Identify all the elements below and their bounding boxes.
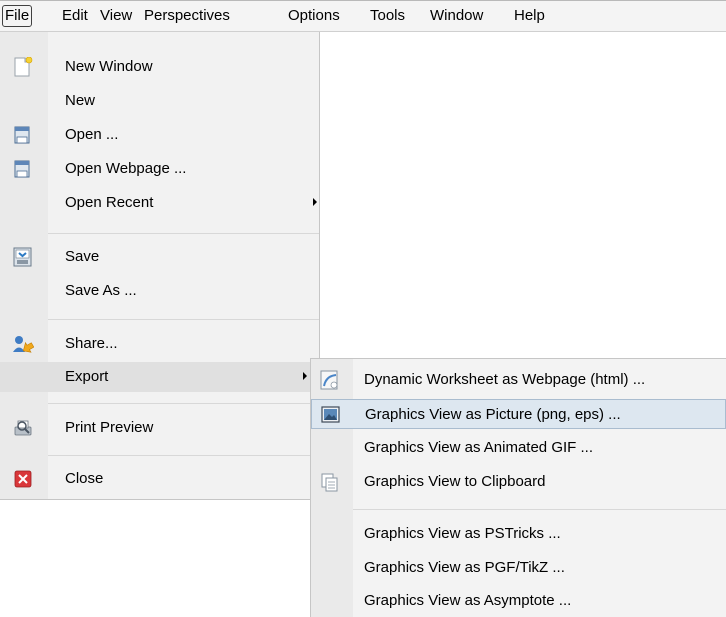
- menu-options[interactable]: Options: [288, 7, 340, 27]
- menu-file[interactable]: File: [2, 5, 33, 27]
- menu-item-label: Share...: [65, 335, 118, 352]
- menu-item-print-preview[interactable]: Print Preview: [0, 413, 319, 443]
- save-icon: [12, 247, 34, 267]
- menu-item-share[interactable]: Share...: [0, 329, 319, 359]
- submenu-item-graphics-asymptote[interactable]: Graphics View as Asymptote ...: [311, 586, 726, 616]
- menu-item-label: Save: [65, 248, 100, 265]
- menu-item-export[interactable]: Export: [0, 362, 319, 392]
- menu-separator: [48, 233, 319, 234]
- menu-item-label: Open Recent: [65, 194, 154, 211]
- export-submenu: Dynamic Worksheet as Webpage (html) ... …: [310, 358, 726, 617]
- menu-window[interactable]: Window: [430, 7, 483, 27]
- new-document-icon: [12, 56, 34, 77]
- file-menu-dropdown: New Window New Open ... Open Webpage ...…: [0, 32, 320, 500]
- webpage-icon: [319, 370, 341, 390]
- menu-separator: [48, 403, 319, 404]
- menu-item-new[interactable]: New: [0, 86, 319, 116]
- menu-item-label: New Window: [65, 58, 153, 75]
- menu-view[interactable]: View: [100, 7, 132, 27]
- menu-item-label: Open ...: [65, 126, 119, 143]
- menu-item-label: New: [65, 92, 96, 109]
- menu-item-label: Graphics View as PGF/TikZ ...: [364, 559, 565, 576]
- menu-bar: File Edit View Perspectives Options Tool…: [0, 0, 726, 32]
- submenu-item-graphics-pgf[interactable]: Graphics View as PGF/TikZ ...: [311, 553, 726, 583]
- menu-item-label: Close: [65, 470, 104, 487]
- submenu-arrow-icon: [313, 198, 317, 206]
- menu-item-open-webpage[interactable]: Open Webpage ...: [0, 154, 319, 184]
- clipboard-icon: [319, 472, 341, 492]
- menu-item-label: Graphics View as PSTricks ...: [364, 525, 561, 542]
- folder-icon: [12, 159, 34, 179]
- menu-item-label: Graphics View to Clipboard: [364, 473, 546, 490]
- submenu-item-graphics-picture[interactable]: Graphics View as Picture (png, eps) ...: [311, 399, 726, 429]
- menu-item-close[interactable]: Close: [0, 464, 319, 494]
- menu-separator: [353, 509, 726, 510]
- menu-item-label: Graphics View as Animated GIF ...: [364, 439, 593, 456]
- submenu-arrow-icon: [303, 372, 307, 380]
- menu-item-label: Print Preview: [65, 419, 154, 436]
- menu-item-new-window[interactable]: New Window: [0, 52, 319, 82]
- menu-item-open-recent[interactable]: Open Recent: [0, 188, 319, 218]
- share-icon: [12, 334, 35, 354]
- print-preview-icon: [12, 418, 34, 438]
- close-icon: [12, 469, 34, 489]
- menu-item-label: Graphics View as Asymptote ...: [364, 592, 572, 609]
- menu-item-label: Graphics View as Picture (png, eps) ...: [365, 406, 621, 423]
- submenu-item-graphics-gif[interactable]: Graphics View as Animated GIF ...: [311, 433, 726, 463]
- menu-item-save[interactable]: Save: [0, 242, 319, 272]
- menu-perspectives[interactable]: Perspectives: [144, 7, 230, 27]
- menu-item-label: Export: [65, 368, 109, 385]
- menu-item-label: Open Webpage ...: [65, 160, 187, 177]
- menu-item-label: Save As ...: [65, 282, 137, 299]
- menu-separator: [48, 319, 319, 320]
- menu-tools[interactable]: Tools: [370, 7, 405, 27]
- menu-item-save-as[interactable]: Save As ...: [0, 276, 319, 306]
- menu-separator: [48, 455, 319, 456]
- submenu-item-graphics-pstricks[interactable]: Graphics View as PSTricks ...: [311, 519, 726, 549]
- menu-help[interactable]: Help: [514, 7, 545, 27]
- menu-edit[interactable]: Edit: [62, 7, 88, 27]
- submenu-item-graphics-clipboard[interactable]: Graphics View to Clipboard: [311, 467, 726, 497]
- picture-icon: [320, 405, 342, 425]
- folder-icon: [12, 125, 34, 145]
- menu-item-open[interactable]: Open ...: [0, 120, 319, 150]
- menu-item-label: Dynamic Worksheet as Webpage (html) ...: [364, 371, 646, 388]
- submenu-item-dynamic-worksheet[interactable]: Dynamic Worksheet as Webpage (html) ...: [311, 365, 726, 395]
